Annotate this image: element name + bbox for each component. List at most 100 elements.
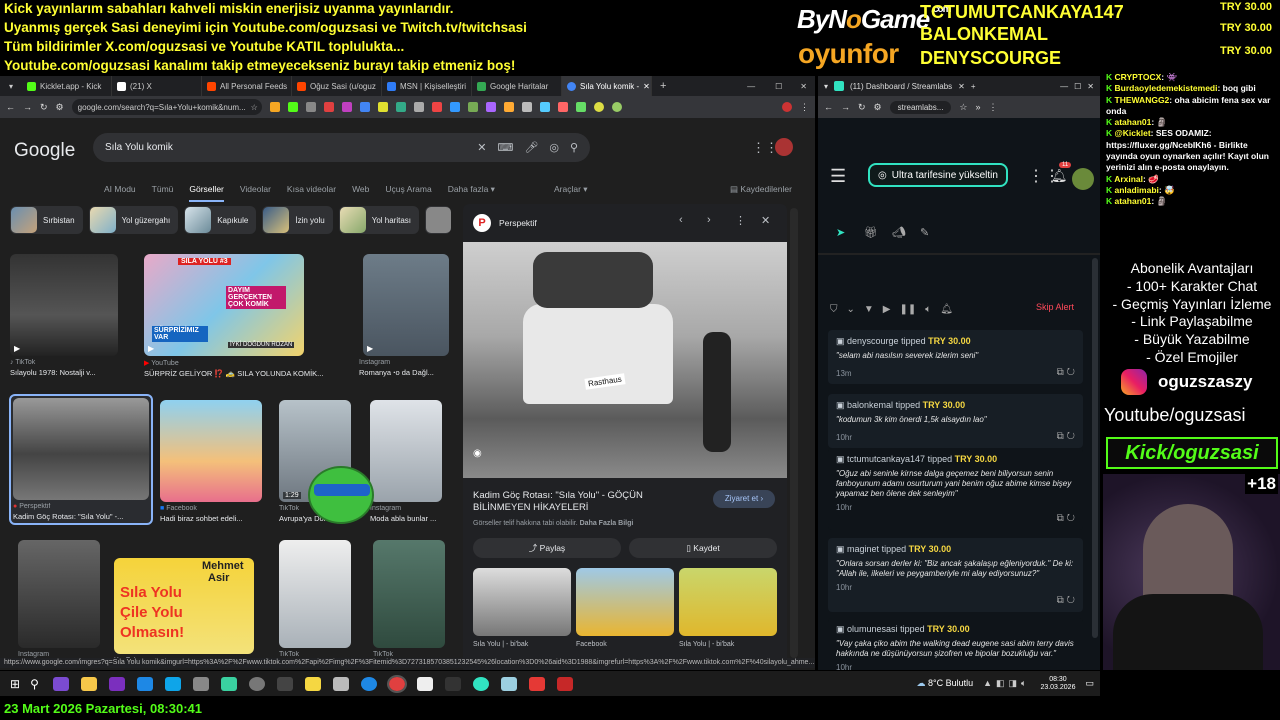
image-result[interactable]: ▶ Instagram Romanya ꞏo da Dağl... [347,254,451,378]
pen-icon[interactable]: ✎ [920,226,929,239]
clear-icon[interactable]: ✕ [477,141,486,154]
extension-icon[interactable] [539,102,550,112]
upgrade-button[interactable]: ◎ Ultra tarifesine yükseltin [868,163,1008,187]
tab-reddit-user[interactable]: Oğuz Sasi (u/oguz [292,76,382,96]
weather-widget[interactable]: ☁ 8°C Bulutlu [916,678,973,689]
back-icon[interactable]: ← [824,102,833,112]
notification-bell-icon[interactable]: 🔔︎ [1051,168,1068,184]
extension-icon[interactable] [377,102,388,112]
site-info-icon[interactable]: ⚙ [56,102,64,113]
star-icon[interactable]: ☆ [959,102,967,113]
avatar[interactable] [1072,168,1094,190]
image-result[interactable]: ■ Facebook Hadi biraz sohbet edeli... [160,400,262,523]
send-icon[interactable]: ➤ [836,226,845,239]
image-result[interactable]: Instagram [18,540,106,658]
chip-leave-road[interactable]: İzin yolu [262,206,333,234]
extension-icon[interactable] [269,102,280,112]
onenote-icon[interactable] [108,676,125,691]
extension-icon[interactable] [413,102,424,112]
maximize-icon[interactable]: ☐ [1074,82,1081,91]
image-result-selected[interactable]: ● Perspektif Kadim Göç Rotası: "Sıla Yol… [9,394,153,525]
taskbar-app-icon[interactable] [52,676,69,691]
tab-dashboard[interactable]: (11) Dashboard / Streamlabs [850,82,952,91]
megaphone-icon[interactable]: 📣︎ [892,226,906,239]
menu-dots-icon[interactable]: ⋮ [800,102,809,113]
extension-icon[interactable] [521,102,532,112]
tab-more[interactable]: Daha fazla ▾ [448,184,495,202]
google-logo[interactable]: Google [14,140,75,162]
tab-flights[interactable]: Uçuş Arama [385,184,431,202]
tab-web[interactable]: Web [352,184,369,202]
url-field[interactable]: streamlabs... [889,100,952,114]
taskbar-app-icon[interactable] [136,676,153,691]
copy-replay-icons[interactable]: ⧉ ↻ [1057,595,1075,606]
profile-icon[interactable] [782,102,792,112]
taskbar-app-icon[interactable] [500,676,517,691]
learn-more-link[interactable]: Daha Fazla Bilgi [580,520,634,527]
streamlabs-icon[interactable] [472,676,489,691]
forward-icon[interactable]: → [841,102,850,112]
image-result[interactable]: Mehmet Asir Sıla Yolu Çile Yolu Olmasın!… [114,558,254,664]
pause-icon[interactable]: ❚❚ [900,304,917,315]
tab-short-videos[interactable]: Kısa videolar [287,184,336,202]
more-options-icon[interactable]: ⋮ [735,214,746,227]
chevron-down-icon[interactable]: ⌄ [847,304,855,315]
tab-maps[interactable]: Google Haritalar [472,76,562,96]
filter-icon[interactable]: ▼ [864,304,874,315]
sticky-notes-icon[interactable] [304,676,321,691]
visit-button[interactable]: Ziyaret et › [713,490,775,508]
back-icon[interactable]: ← [6,102,15,112]
lens-icon[interactable]: ◎ [549,141,559,154]
system-tray-icons[interactable]: ▲◧◨🔈︎ [983,678,1030,689]
url-field[interactable]: google.com/search?q=Sıla+Yolu+komik&num.… [71,99,262,115]
site-info-icon[interactable]: ⚙ [874,102,882,113]
reload-icon[interactable]: ↻ [858,102,866,113]
extension-icon[interactable] [557,102,568,112]
saved-button[interactable]: ▤ Kaydedilenler [730,184,792,195]
lens-search-icon[interactable]: ◉ [473,448,482,459]
hamburger-menu-icon[interactable]: ☰ [830,166,846,187]
tab-kicklet[interactable]: Kicklet.app - Kick [22,76,112,96]
extension-icon[interactable] [449,102,460,112]
keyboard-icon[interactable]: ⌨ [497,141,513,154]
extension-icon[interactable] [431,102,442,112]
maximize-icon[interactable]: ☐ [765,82,792,91]
taskbar-app-icon[interactable] [248,676,265,691]
chip-road-map[interactable]: Yol haritası [338,206,420,234]
extension-icon[interactable] [611,102,622,112]
copy-replay-icons[interactable]: ⧉ ↻ [1057,367,1075,378]
vivaldi-icon[interactable] [528,676,545,691]
tiktok-icon[interactable] [444,676,461,691]
extension-icon[interactable] [575,102,586,112]
mic-icon[interactable]: 🎤︎ [524,141,538,154]
reload-icon[interactable]: ↻ [40,102,48,113]
notifications-icon[interactable]: ▭ [1085,678,1094,689]
chip-route[interactable]: Yol güzergahı [88,206,179,234]
edge-icon[interactable] [164,676,181,691]
star-icon[interactable]: ☆ [251,103,258,112]
extension-icon[interactable] [305,102,316,112]
extension-icon[interactable] [467,102,478,112]
bell-icon[interactable]: 🔔︎ [940,304,953,315]
tab-feeds[interactable]: All Personal Feeds [202,76,292,96]
minimize-icon[interactable]: — [737,82,765,91]
search-icon[interactable]: ⚲ [570,141,578,154]
taskbar-clock[interactable]: 08:30 23.03.2026 [1040,676,1075,692]
prev-arrow-icon[interactable]: ‹ [679,214,683,226]
close-window-icon[interactable]: ✕ [1087,82,1100,91]
extension-icon[interactable] [341,102,352,112]
taskbar-app-icon[interactable] [220,676,237,691]
extension-icon[interactable] [323,102,334,112]
minimize-icon[interactable]: — [1060,82,1068,91]
related-image[interactable] [473,568,571,636]
mute-icon[interactable]: 🔈︎ [925,304,931,315]
play-icon[interactable]: ▶ [883,304,891,315]
save-button[interactable]: ▯ Kaydet [629,538,777,558]
gift-icon[interactable]: 🎁︎ [864,226,878,239]
taskbar-app-icon[interactable] [276,676,293,691]
panel-source[interactable]: Perspektif [499,218,537,228]
close-panel-icon[interactable]: ✕ [761,214,770,227]
related-image[interactable] [679,568,777,636]
extension-icon[interactable] [593,102,604,112]
skip-alert-button[interactable]: Skip Alert [1036,302,1074,312]
